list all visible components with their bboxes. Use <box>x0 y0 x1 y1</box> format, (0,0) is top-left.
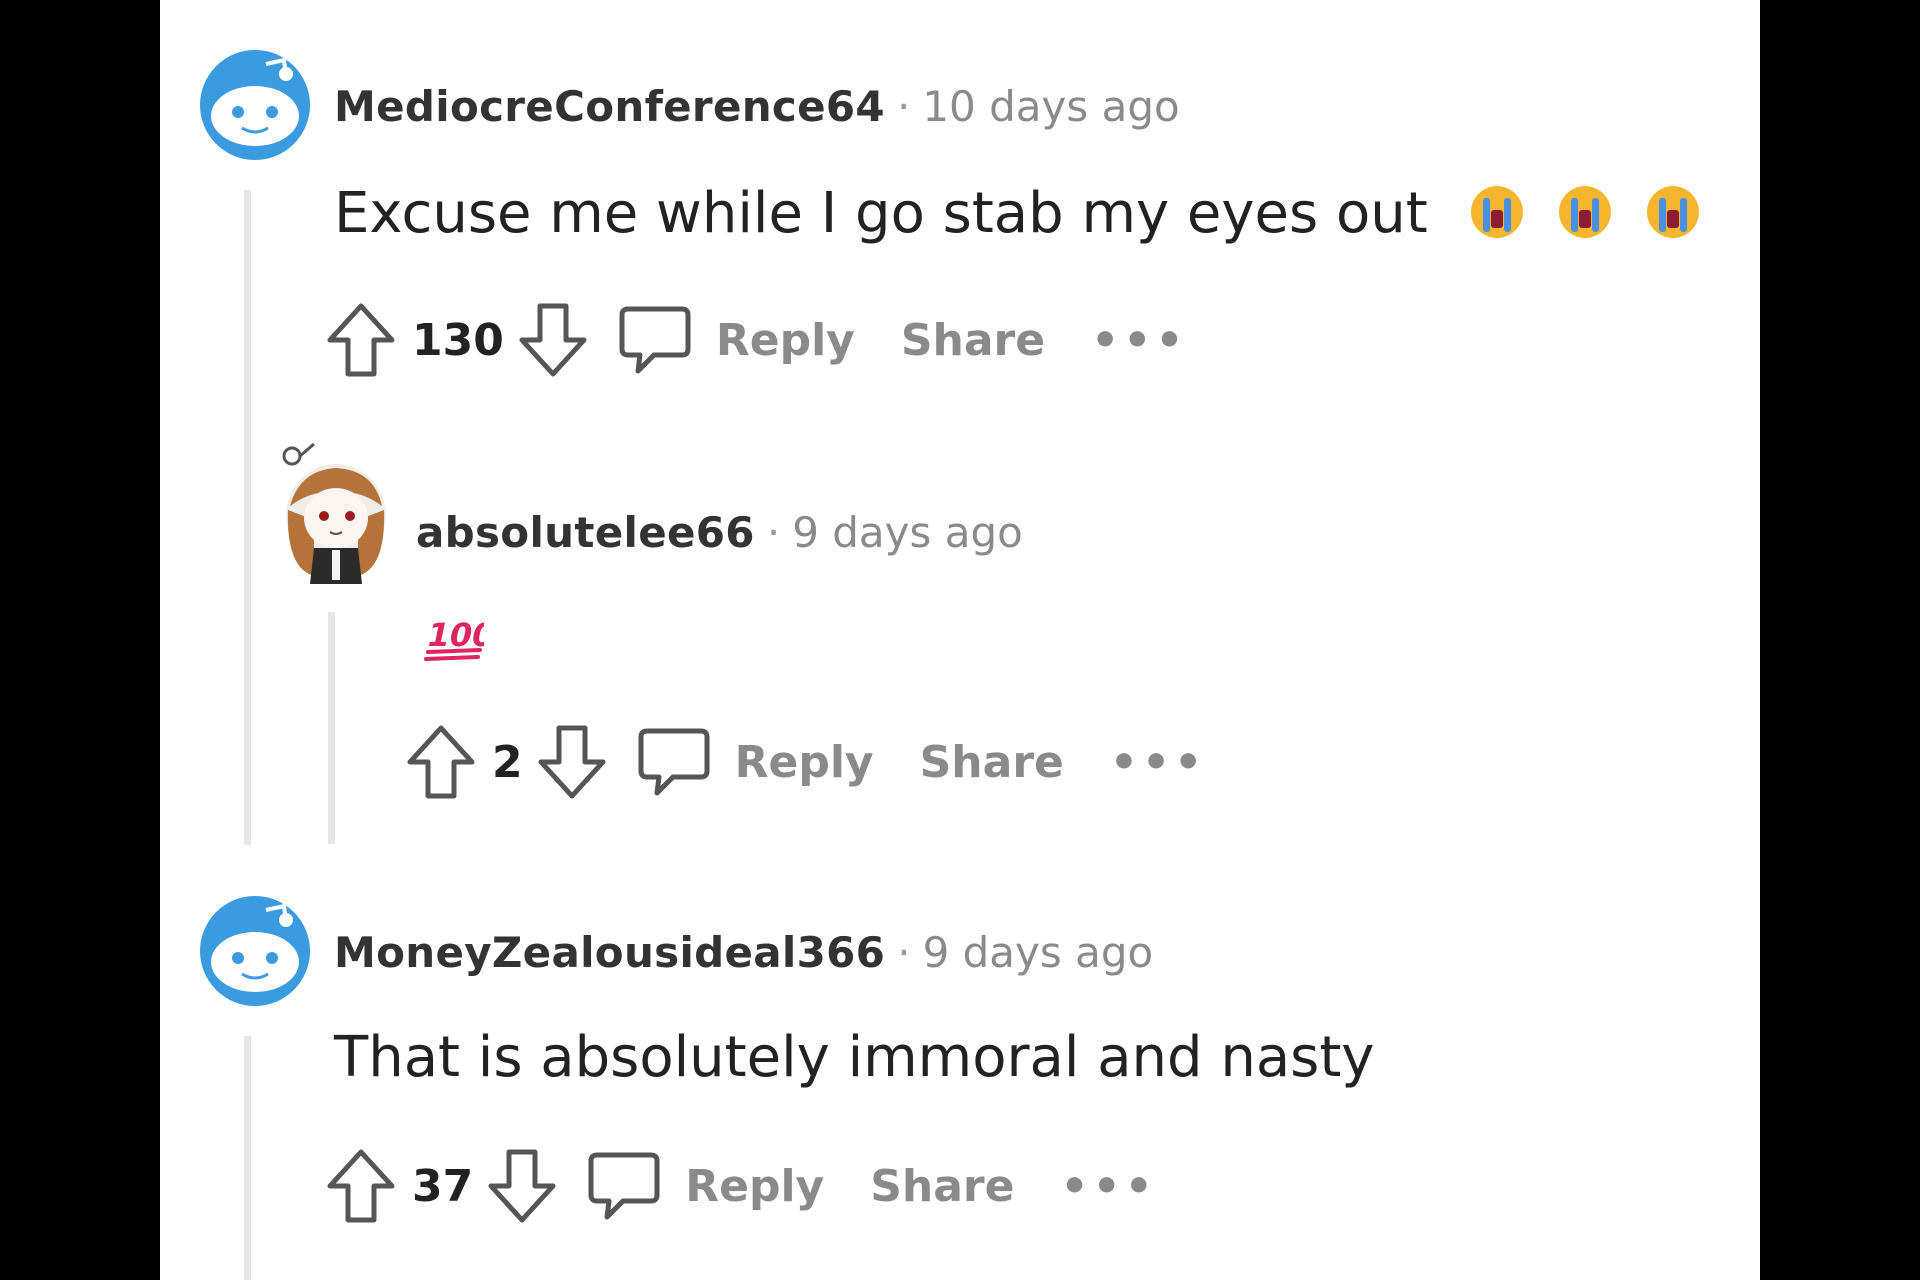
thread-line[interactable] <box>244 1036 251 1280</box>
comment-bubble-icon[interactable] <box>637 725 711 799</box>
downvote-arrow-icon[interactable] <box>487 1148 557 1224</box>
reply-button[interactable]: Reply <box>685 1161 824 1212</box>
reply-button[interactable]: Reply <box>716 315 855 366</box>
comment-actions: 2 Reply Share ••• <box>406 722 1206 802</box>
comment-text: That is absolutely immoral and nasty <box>334 1030 1374 1086</box>
upvote-arrow-icon[interactable] <box>326 1148 396 1224</box>
loudly-crying-face-icon <box>1645 184 1701 250</box>
downvote-arrow-icon[interactable] <box>518 302 588 378</box>
more-options-button[interactable]: ••• <box>1091 315 1187 366</box>
share-button[interactable]: Share <box>901 315 1045 366</box>
hundred-points-icon: 💯 100 <box>422 614 498 666</box>
comment-header: absolutelee66 · 9 days ago <box>416 512 1023 554</box>
separator-dot: · <box>766 508 781 557</box>
loudly-crying-face-icon <box>1557 184 1613 250</box>
separator-dot: · <box>897 928 911 977</box>
timestamp[interactable]: 9 days ago <box>792 508 1023 557</box>
upvote-arrow-icon[interactable] <box>406 724 476 800</box>
timestamp[interactable]: 10 days ago <box>922 82 1179 131</box>
vote-score: 37 <box>412 1160 474 1212</box>
username[interactable]: absolutelee66 <box>416 508 755 557</box>
share-button[interactable]: Share <box>870 1161 1014 1212</box>
comment-actions: 130 Reply Share ••• <box>326 300 1187 380</box>
timestamp[interactable]: 9 days ago <box>923 928 1154 977</box>
comment-body: Excuse me while I go stab my eyes out <box>334 181 1428 247</box>
snoo-avatar-icon[interactable] <box>200 896 310 1006</box>
thread-line[interactable] <box>244 190 251 845</box>
vote-score: 2 <box>492 736 523 788</box>
snoo-avatar-icon[interactable] <box>200 50 310 160</box>
girl-avatar-icon[interactable] <box>280 440 390 585</box>
downvote-arrow-icon[interactable] <box>537 724 607 800</box>
comment-thread-panel: MediocreConference64 · 10 days ago Excuse … <box>160 0 1760 1280</box>
vote-score: 130 <box>412 314 504 366</box>
comment-body: That is absolutely immoral and nasty <box>334 1025 1375 1090</box>
more-options-button[interactable]: ••• <box>1110 737 1206 788</box>
username[interactable]: MoneyZealousideal366 <box>334 928 885 977</box>
more-options-button[interactable]: ••• <box>1060 1161 1156 1212</box>
comment-header: MediocreConference64 · 10 days ago <box>334 86 1180 128</box>
thread-line[interactable] <box>328 612 335 844</box>
username[interactable]: MediocreConference64 <box>334 82 885 131</box>
loudly-crying-face-icon <box>1469 184 1525 250</box>
comment-header: MoneyZealousideal366 · 9 days ago <box>334 932 1153 974</box>
reply-button[interactable]: Reply <box>735 737 874 788</box>
separator-dot: · <box>896 82 911 131</box>
comment-bubble-icon[interactable] <box>587 1149 661 1223</box>
comment-text: Excuse me while I go stab my eyes out <box>334 184 1701 250</box>
comment-bubble-icon[interactable] <box>618 303 692 377</box>
upvote-arrow-icon[interactable] <box>326 302 396 378</box>
comment-actions: 37 Reply Share ••• <box>326 1146 1157 1226</box>
share-button[interactable]: Share <box>920 737 1064 788</box>
